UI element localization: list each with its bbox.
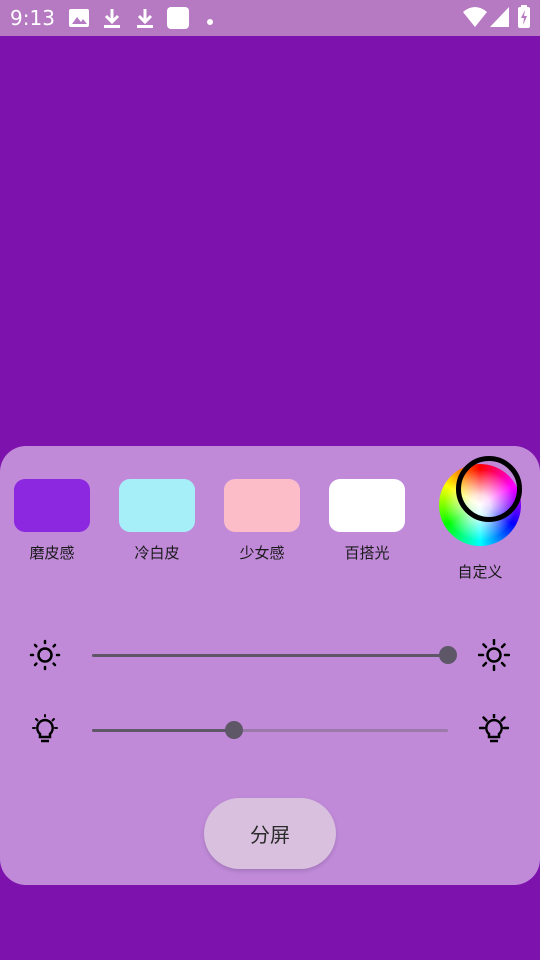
preset-label-4: 百搭光 [344, 544, 390, 562]
brightness-low-icon [29, 639, 61, 675]
color-temperature-slider-thumb[interactable] [225, 721, 244, 739]
preset-swatch-4[interactable] [329, 479, 405, 532]
download-icon [101, 7, 123, 33]
status-time: 9:13 [10, 6, 55, 30]
custom-color-label: 自定义 [457, 563, 503, 581]
split-screen-button[interactable]: 分屏 [204, 798, 336, 869]
brightness-slider-fill [92, 654, 448, 657]
preset-label-1: 磨皮感 [29, 544, 75, 562]
preset-label-3: 少女感 [239, 544, 285, 562]
brightness-high-icon [477, 638, 511, 675]
control-panel: 磨皮感 冷白皮 少女感 百搭光 自定义 分屏 [0, 446, 540, 885]
preset-swatch-3[interactable] [224, 479, 300, 532]
app-square-icon [166, 6, 190, 34]
preset-swatch-1[interactable] [14, 479, 90, 532]
status-bar: 9:13 [0, 0, 540, 36]
signal-icon [489, 6, 511, 32]
preset-swatch-2[interactable] [119, 479, 195, 532]
lightbulb-high-icon [478, 712, 510, 752]
color-temperature-slider[interactable] [92, 721, 448, 739]
lightbulb-low-icon [30, 714, 60, 752]
preset-label-2: 冷白皮 [134, 544, 180, 562]
dot-icon [205, 12, 215, 31]
brightness-slider-thumb[interactable] [439, 646, 457, 664]
wifi-icon [462, 6, 488, 32]
battery-charging-icon [517, 5, 531, 33]
brightness-slider[interactable] [92, 646, 457, 664]
download-icon [134, 7, 156, 33]
color-temperature-slider-fill [92, 729, 235, 732]
image-icon [68, 7, 90, 33]
color-wheel-selector[interactable] [456, 456, 522, 522]
